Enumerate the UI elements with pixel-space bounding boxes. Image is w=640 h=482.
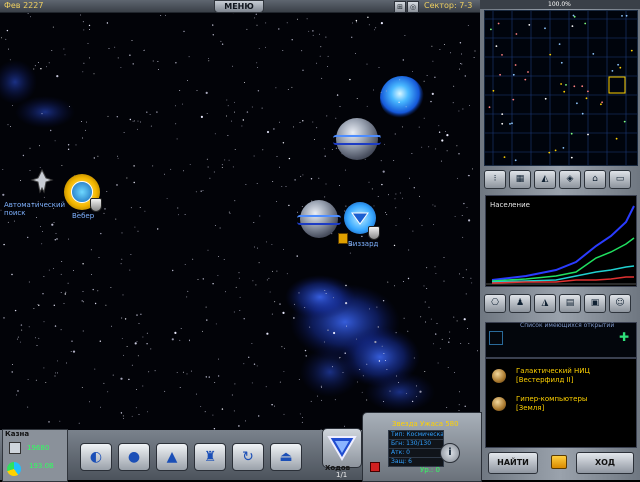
shield-icon — [368, 226, 380, 240]
minimap-canvas — [485, 11, 637, 165]
ships-view-icon[interactable]: ⁝ — [484, 170, 506, 189]
orbit-command-icon[interactable]: ◐ — [80, 443, 112, 471]
fleet-view-icon[interactable]: ◭ — [534, 170, 556, 189]
end-turn-button[interactable]: ХОД — [576, 452, 634, 474]
income-value: 193.0B — [29, 462, 54, 470]
tech-header-label: Список имеющихся открытий — [520, 322, 615, 329]
sector-display: Сектор: 7-3 — [424, 1, 473, 10]
date-display: Фев 2227 — [4, 1, 44, 10]
ship-name: Звезда Ужаса 580 — [392, 420, 459, 428]
ship-level: Ур.: 0 — [420, 466, 440, 474]
graph-canvas — [486, 205, 636, 285]
races-view-icon[interactable]: ♟ — [509, 294, 531, 313]
research-icon — [492, 397, 506, 411]
tech-name: Галактический НИЦ — [516, 367, 590, 375]
grid-toggle-icon[interactable]: ⊞ — [394, 1, 406, 13]
toggle-button[interactable] — [551, 455, 567, 469]
ship-portrait[interactable] — [322, 428, 362, 468]
blue-star — [380, 76, 424, 120]
research-view-icon[interactable]: ⎔ — [484, 294, 506, 313]
find-button[interactable]: НАЙТИ — [488, 452, 538, 474]
map-label-auto-search: Автоматический поиск — [4, 201, 66, 217]
tech-category-icon[interactable] — [489, 331, 503, 345]
tech-plus-icon[interactable]: ✚ — [619, 331, 631, 343]
graph-series-green — [491, 237, 635, 282]
minimap[interactable] — [484, 10, 638, 166]
beacon-command-icon[interactable]: ⏏ — [270, 443, 302, 471]
graph-title: Население — [490, 201, 530, 209]
colonies-view-icon[interactable]: ⌂ — [584, 170, 606, 189]
fleet-marker-icon — [338, 233, 348, 244]
map-label-weber: Вебер — [72, 212, 95, 220]
top-bar: Фев 2227 МЕНЮ ⊞ ◎ Сектор: 7-3 — [0, 0, 480, 13]
probe-ship-icon[interactable] — [30, 168, 54, 196]
missions-view-icon[interactable]: ◮ — [534, 294, 556, 313]
treasury-title: Казна — [5, 430, 30, 438]
cycle-command-icon[interactable]: ↻ — [232, 443, 264, 471]
ship-emblem-icon — [327, 436, 357, 461]
moves-value: 1/1 — [336, 471, 348, 479]
advisor-view-icon[interactable]: ☺ — [609, 294, 631, 313]
treasury-sliders-icon[interactable] — [9, 442, 21, 454]
stats-view-icon[interactable]: ▤ — [559, 294, 581, 313]
info-button[interactable]: i — [440, 443, 460, 463]
planets-view-icon[interactable]: ▦ — [509, 170, 531, 189]
minimap-viewport — [608, 76, 626, 94]
scrap-ship-icon[interactable] — [370, 462, 380, 472]
info-buttons-row: ⎔ ♟ ◮ ▤ ▣ ☺ — [484, 294, 631, 313]
map-label-wizard: Виззард — [348, 240, 379, 248]
tech-list[interactable]: Галактический НИЦ [Вестерфилд II] Гипер-… — [485, 358, 637, 448]
tech-name: Гипер-компьютеры — [516, 395, 588, 403]
settings-icon[interactable]: ◎ — [407, 1, 419, 13]
galaxy-map[interactable]: Автоматический поиск Вебер Виззард — [0, 12, 480, 430]
group-command-icon[interactable]: ● — [118, 443, 150, 471]
starfield — [0, 12, 478, 430]
terrain-command-icon[interactable]: ▲ — [156, 443, 188, 471]
tech-item[interactable]: Гипер-компьютеры [Земля] — [486, 395, 587, 413]
budget-pie-icon[interactable] — [7, 462, 21, 476]
shield-icon — [90, 198, 102, 212]
doom-star-ship-icon[interactable] — [297, 200, 341, 238]
research-icon — [492, 369, 506, 383]
crew-command-icon[interactable]: ♜ — [194, 443, 226, 471]
tech-location: [Земля] — [516, 404, 545, 412]
money-value: 19680 — [27, 444, 50, 452]
computer-view-icon[interactable]: ▣ — [584, 294, 606, 313]
zoom-level: 100.0% — [548, 1, 571, 8]
build-view-icon[interactable]: ▭ — [609, 170, 631, 189]
tech-item[interactable]: Галактический НИЦ [Вестерфилд II] — [486, 367, 590, 385]
tech-location: [Вестерфилд II] — [516, 376, 574, 384]
menu-button[interactable]: МЕНЮ — [214, 0, 264, 13]
diplomacy-view-icon[interactable]: ◈ — [559, 170, 581, 189]
view-buttons-row: ⁝ ▦ ◭ ◈ ⌂ ▭ — [484, 170, 631, 189]
starbase-ship-icon[interactable] — [333, 118, 381, 160]
